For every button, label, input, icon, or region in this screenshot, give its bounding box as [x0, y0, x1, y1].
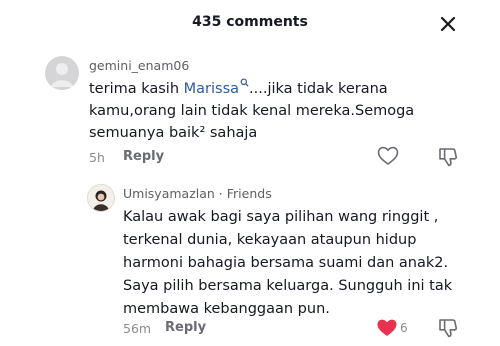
friends-tag: · Friends: [214, 186, 272, 201]
reply-timestamp: 56m: [123, 321, 152, 336]
comment-text-line-1: terima kasih Marissa ....jika tidak keran…: [89, 78, 388, 100]
avatar[interactable]: [45, 56, 79, 90]
comments-count-title: 435 comments: [192, 14, 308, 30]
default-avatar-icon: [51, 63, 73, 87]
reply-username-name[interactable]: Umisyamazlan: [123, 186, 215, 201]
comment-username[interactable]: gemini_enam06: [89, 58, 189, 73]
like-count: 6: [400, 321, 408, 335]
avatar[interactable]: [87, 184, 115, 212]
user-avatar-icon: [88, 185, 114, 211]
search-icon: [240, 78, 249, 87]
like-button[interactable]: [377, 146, 399, 166]
comment-timestamp: 5h: [89, 150, 105, 165]
comment-item: gemini_enam06 terima kasih Marissa ....ji…: [0, 46, 500, 176]
reply-text-line-3: harmoni bahagia bersama suami dan anak2.: [123, 255, 449, 271]
reply-text-line-5: membawa kebanggaan pun.: [123, 301, 330, 317]
reply-username: Umisyamazlan · Friends: [123, 186, 272, 201]
comments-header: 435 comments: [0, 0, 500, 46]
reply-item: Umisyamazlan · Friends Kalau awak bagi s…: [0, 176, 500, 346]
reply-button[interactable]: Reply: [165, 320, 206, 335]
heart-filled-icon: [377, 319, 397, 336]
reply-text-line-1: Kalau awak bagi saya pilihan wang ringgi…: [123, 209, 439, 225]
comment-text-rest: ....jika tidak kerana: [249, 81, 388, 97]
comment-text-line-3: semuanya baik² sahaja: [89, 125, 258, 141]
reply-text-line-4: Saya pilih bersama keluarga. Sungguh ini…: [123, 278, 453, 294]
dislike-button[interactable]: [437, 317, 459, 339]
like-button[interactable]: [376, 318, 398, 338]
close-button[interactable]: [437, 13, 459, 35]
thumbs-down-icon: [439, 319, 458, 338]
dislike-button[interactable]: [437, 146, 459, 168]
reply-button[interactable]: Reply: [123, 149, 164, 164]
heart-outline-icon: [377, 146, 399, 165]
thumbs-down-icon: [439, 148, 458, 167]
close-icon: [440, 16, 456, 32]
comment-text-prefix: terima kasih: [89, 81, 184, 97]
mention-name: Marissa: [183, 81, 240, 97]
comment-text-line-2: kamu,orang lain tidak kenal mereka.Semog…: [89, 103, 415, 119]
reply-text-line-2: terkenal dunia, kekayaan ataupun hidup: [123, 232, 417, 248]
mention-link[interactable]: Marissa: [183, 78, 249, 97]
